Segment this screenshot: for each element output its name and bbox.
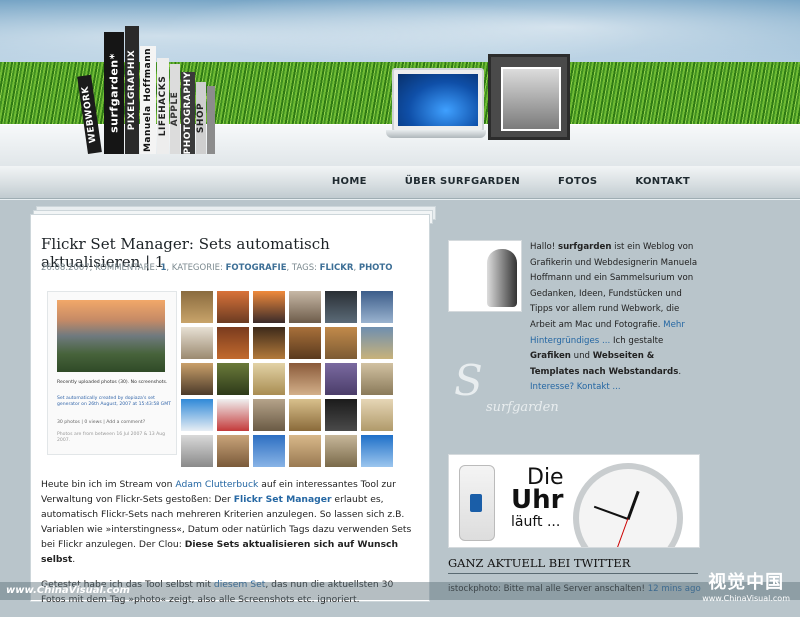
photo-thumbnail[interactable] bbox=[289, 363, 321, 395]
blog-post: Flickr Set Manager: Sets automatisch akt… bbox=[30, 214, 430, 605]
photo-thumbnail[interactable] bbox=[181, 435, 213, 467]
photo-thumbnail[interactable] bbox=[181, 291, 213, 323]
nav-home[interactable]: HOME bbox=[332, 176, 367, 187]
photo-thumbnail[interactable] bbox=[253, 363, 285, 395]
photo-thumbnail[interactable] bbox=[181, 399, 213, 431]
screenshot-caption-4: Photos are from between 16 Jul 2007 & 13… bbox=[57, 432, 166, 443]
category-link[interactable]: FOTOGRAFIE bbox=[226, 263, 287, 273]
nav-fotos[interactable]: FOTOS bbox=[558, 176, 597, 187]
screenshot-landscape-image bbox=[57, 300, 165, 372]
screenshot-caption-1: Recently uploaded photos (30). No screen… bbox=[57, 380, 168, 385]
photo-thumbnail[interactable] bbox=[361, 435, 393, 467]
book-plain bbox=[207, 86, 215, 154]
bookshelf-logo[interactable]: WEBWORK surfgarden* PIXELGRAPHIX Manuela… bbox=[77, 24, 220, 154]
photo-thumbnail[interactable] bbox=[361, 327, 393, 359]
photo-thumbnail[interactable] bbox=[289, 291, 321, 323]
book-lifehacks: LIFEHACKS bbox=[157, 58, 169, 154]
photo-thumbnail[interactable] bbox=[325, 291, 357, 323]
uhr-text: Die Uhr läuft ... bbox=[511, 465, 564, 531]
post-paragraph-1: Heute bin ich im Stream von Adam Clutter… bbox=[41, 479, 412, 565]
photo-thumbnail[interactable] bbox=[253, 291, 285, 323]
photo-thumbnail[interactable] bbox=[217, 363, 249, 395]
post-date: 26.08.2007, bbox=[41, 263, 93, 273]
screenshot-caption-2: Set automatically created by dopiaza's s… bbox=[57, 396, 171, 407]
photo-thumbnail[interactable] bbox=[181, 327, 213, 359]
avatar bbox=[448, 240, 522, 312]
tags-label: , TAGS: bbox=[286, 263, 317, 273]
photo-thumbnail[interactable] bbox=[217, 435, 249, 467]
photo-thumbnail[interactable] bbox=[289, 327, 321, 359]
tag-photo[interactable]: PHOTO bbox=[359, 263, 393, 273]
photo-frame-image bbox=[488, 54, 570, 140]
photo-thumbnail[interactable] bbox=[217, 399, 249, 431]
link-adam-clutterbuck[interactable]: Adam Clutterbuck bbox=[175, 479, 258, 490]
photo-thumbnail[interactable] bbox=[253, 435, 285, 467]
watermark-left: www.ChinaVisual.com bbox=[6, 585, 130, 596]
book-surfgarden: surfgarden* bbox=[104, 32, 124, 154]
tag-flickr[interactable]: FLICKR bbox=[320, 263, 354, 273]
photo-thumbnail[interactable] bbox=[253, 327, 285, 359]
photo-thumbnail[interactable] bbox=[325, 363, 357, 395]
category-label: , KATEGORIE: bbox=[166, 263, 223, 273]
laptop-image bbox=[386, 68, 486, 138]
screenshot-caption-3: 30 photos | 0 views | Add a comment? bbox=[57, 420, 146, 425]
link-flickr-set-manager[interactable]: Flickr Set Manager bbox=[234, 494, 332, 505]
photo-thumbnail[interactable] bbox=[361, 291, 393, 323]
photo-thumbnail[interactable] bbox=[325, 327, 357, 359]
book-pixelgraphix: PIXELGRAPHIX bbox=[125, 26, 139, 154]
book-manuela: Manuela Hoffmann bbox=[140, 46, 156, 154]
brand-name: surfgarden bbox=[557, 242, 612, 252]
photo-thumbnail[interactable] bbox=[217, 291, 249, 323]
book-shop: SHOP bbox=[196, 82, 206, 154]
sign-image bbox=[459, 465, 495, 541]
photo-thumbnail[interactable] bbox=[325, 435, 357, 467]
photo-thumbnail[interactable] bbox=[289, 435, 321, 467]
photo-thumbnail[interactable] bbox=[253, 399, 285, 431]
photo-thumbnail[interactable] bbox=[181, 363, 213, 395]
flickr-screenshot[interactable]: Recently uploaded photos (30). No screen… bbox=[47, 291, 177, 455]
nav-about[interactable]: ÜBER SURFGARDEN bbox=[405, 176, 520, 187]
photo-thumbnail-grid bbox=[181, 291, 393, 467]
photo-thumbnail[interactable] bbox=[361, 363, 393, 395]
photo-thumbnail[interactable] bbox=[217, 327, 249, 359]
post-meta: 26.08.2007, KOMMENTARE: 1, KATEGORIE: FO… bbox=[41, 263, 393, 273]
nav-kontakt[interactable]: KONTAKT bbox=[635, 176, 690, 187]
twitter-heading: GANZ AKTUELL BEI TWITTER bbox=[448, 556, 698, 574]
photo-thumbnail[interactable] bbox=[325, 399, 357, 431]
link-interesse-kontakt[interactable]: Interesse? Kontakt ... bbox=[530, 382, 621, 392]
book-apple: APPLE bbox=[170, 64, 180, 154]
clock-icon bbox=[573, 463, 683, 547]
main-nav: HOME ÜBER SURFGARDEN FOTOS KONTAKT bbox=[332, 176, 690, 187]
uhr-banner[interactable]: Die Uhr läuft ... bbox=[448, 454, 700, 548]
comments-label: KOMMENTARE: bbox=[95, 263, 158, 273]
photo-thumbnail[interactable] bbox=[289, 399, 321, 431]
watermark-right: 视觉中国 www.ChinaVisual.com bbox=[702, 572, 790, 603]
book-photography: PHOTOGRAPHY bbox=[181, 72, 195, 154]
photo-thumbnail[interactable] bbox=[361, 399, 393, 431]
